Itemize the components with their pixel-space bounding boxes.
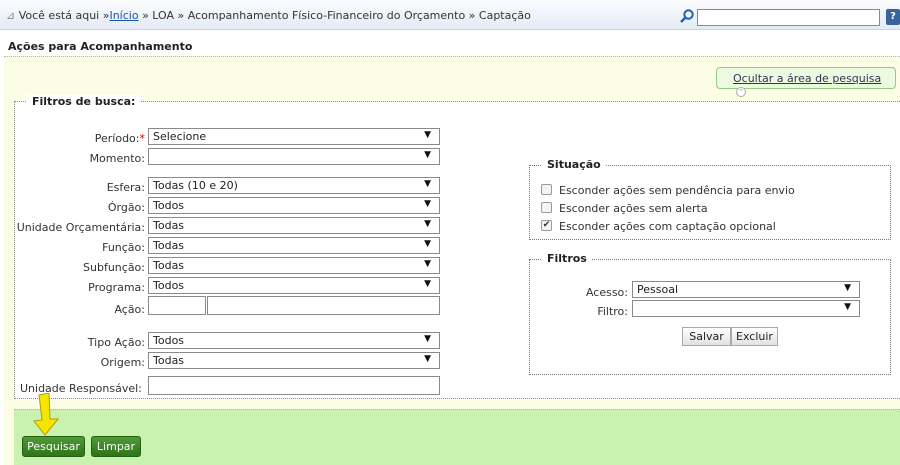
help-icon[interactable]: ?: [886, 9, 900, 25]
required-mark: *: [139, 132, 146, 145]
periodo-label: Período:*: [20, 132, 145, 145]
acesso-select[interactable]: Pessoal ▼: [632, 281, 860, 298]
tipo-acao-select[interactable]: Todos ▼: [148, 332, 440, 349]
momento-select[interactable]: ▼: [148, 148, 440, 165]
breadcrumb-prefix: Você está aqui »: [18, 9, 110, 22]
dropdown-arrow-icon: ▼: [424, 150, 431, 160]
situacao-checkbox-alerta[interactable]: [541, 202, 552, 213]
action-bar: [14, 409, 900, 465]
hide-search-area-link[interactable]: Ocultar a área de pesquisa ⌃: [716, 67, 896, 97]
dropdown-arrow-icon: ▼: [844, 302, 851, 312]
acesso-label: Acesso:: [585, 286, 628, 299]
search-icon[interactable]: [679, 8, 695, 24]
filtro-label: Filtro:: [597, 305, 628, 318]
funcao-value: Todas: [153, 239, 185, 252]
unidade-orcamentaria-select[interactable]: Todas ▼: [148, 217, 440, 234]
esfera-label: Esfera:: [106, 181, 145, 194]
dropdown-arrow-icon: ▼: [424, 239, 431, 249]
orgao-select[interactable]: Todos ▼: [148, 197, 440, 214]
programa-select[interactable]: Todos ▼: [148, 277, 440, 294]
clear-button[interactable]: Limpar: [91, 436, 141, 457]
collapse-up-icon: ⌃: [736, 87, 746, 97]
esfera-value: Todas (10 e 20): [153, 179, 238, 192]
origem-value: Todas: [153, 354, 185, 367]
programa-label: Programa:: [88, 281, 145, 294]
unidade-orcamentaria-label: Unidade Orçamentária:: [16, 221, 145, 234]
momento-label: Momento:: [89, 152, 145, 165]
dropdown-arrow-icon: ▼: [424, 199, 431, 209]
check-icon: ✔: [542, 220, 551, 230]
situacao-label-captacao: Esconder ações com captação opcional: [559, 220, 776, 233]
breadcrumb-home-link[interactable]: Início: [109, 9, 138, 22]
periodo-label-text: Período:: [94, 132, 140, 145]
situacao-legend: Situação: [542, 158, 606, 171]
dropdown-arrow-icon: ▼: [424, 219, 431, 229]
dropdown-arrow-icon: ▼: [424, 259, 431, 269]
situacao-label-pendencia: Esconder ações sem pendência para envio: [559, 184, 795, 197]
filtro-select[interactable]: ▼: [632, 300, 860, 317]
situacao-label-alerta: Esconder ações sem alerta: [559, 202, 708, 215]
tipo-acao-label: Tipo Ação:: [87, 336, 145, 349]
dropdown-arrow-icon: ▼: [844, 283, 851, 293]
acao-label: Ação:: [114, 303, 145, 316]
subfuncao-select[interactable]: Todas ▼: [148, 257, 440, 274]
origem-label: Origem:: [100, 356, 145, 369]
save-filter-button[interactable]: Salvar: [682, 327, 731, 346]
unidade-orcamentaria-value: Todas: [153, 219, 185, 232]
subfuncao-value: Todas: [153, 259, 185, 272]
hide-search-area-label: Ocultar a área de pesquisa: [733, 72, 882, 85]
esfera-select[interactable]: Todas (10 e 20) ▼: [148, 177, 440, 194]
programa-value: Todos: [153, 279, 185, 292]
top-bar: ⊿ Você está aqui »Início » LOA » Acompan…: [0, 0, 900, 30]
dropdown-arrow-icon: ▼: [424, 279, 431, 289]
search-button[interactable]: Pesquisar: [22, 436, 85, 457]
tipo-acao-value: Todos: [153, 334, 185, 347]
origem-select[interactable]: Todas ▼: [148, 352, 440, 369]
dropdown-arrow-icon: ▼: [424, 130, 431, 140]
delete-filter-button[interactable]: Excluir: [731, 327, 778, 346]
search-filters-legend: Filtros de busca:: [26, 95, 142, 108]
funcao-label: Função:: [102, 241, 145, 254]
funcao-select[interactable]: Todas ▼: [148, 237, 440, 254]
situacao-checkbox-captacao[interactable]: ✔: [541, 220, 552, 231]
periodo-value: Selecione: [153, 130, 207, 143]
page-title: Ações para Acompanhamento: [8, 40, 193, 53]
breadcrumb: ⊿ Você está aqui »Início » LOA » Acompan…: [6, 9, 531, 22]
arrow-pointer-icon: [33, 393, 60, 436]
dropdown-arrow-icon: ▼: [424, 179, 431, 189]
acao-description-input[interactable]: [207, 296, 440, 315]
acesso-value: Pessoal: [637, 283, 678, 296]
subfuncao-label: Subfunção:: [83, 261, 145, 274]
breadcrumb-path: » LOA » Acompanhamento Físico-Financeiro…: [138, 9, 531, 22]
situacao-checkbox-pendencia[interactable]: [541, 184, 552, 195]
acao-code-input[interactable]: [148, 296, 206, 315]
periodo-select[interactable]: Selecione ▼: [148, 128, 440, 145]
dropdown-arrow-icon: ▼: [424, 334, 431, 344]
orgao-value: Todos: [153, 199, 185, 212]
global-search-input[interactable]: [697, 9, 880, 26]
dropdown-arrow-icon: ▼: [424, 354, 431, 364]
breadcrumb-arrow-icon: ⊿: [6, 9, 16, 22]
orgao-label: Órgão:: [107, 201, 145, 214]
unidade-responsavel-input[interactable]: [148, 376, 440, 395]
filtros-legend: Filtros: [542, 252, 592, 265]
